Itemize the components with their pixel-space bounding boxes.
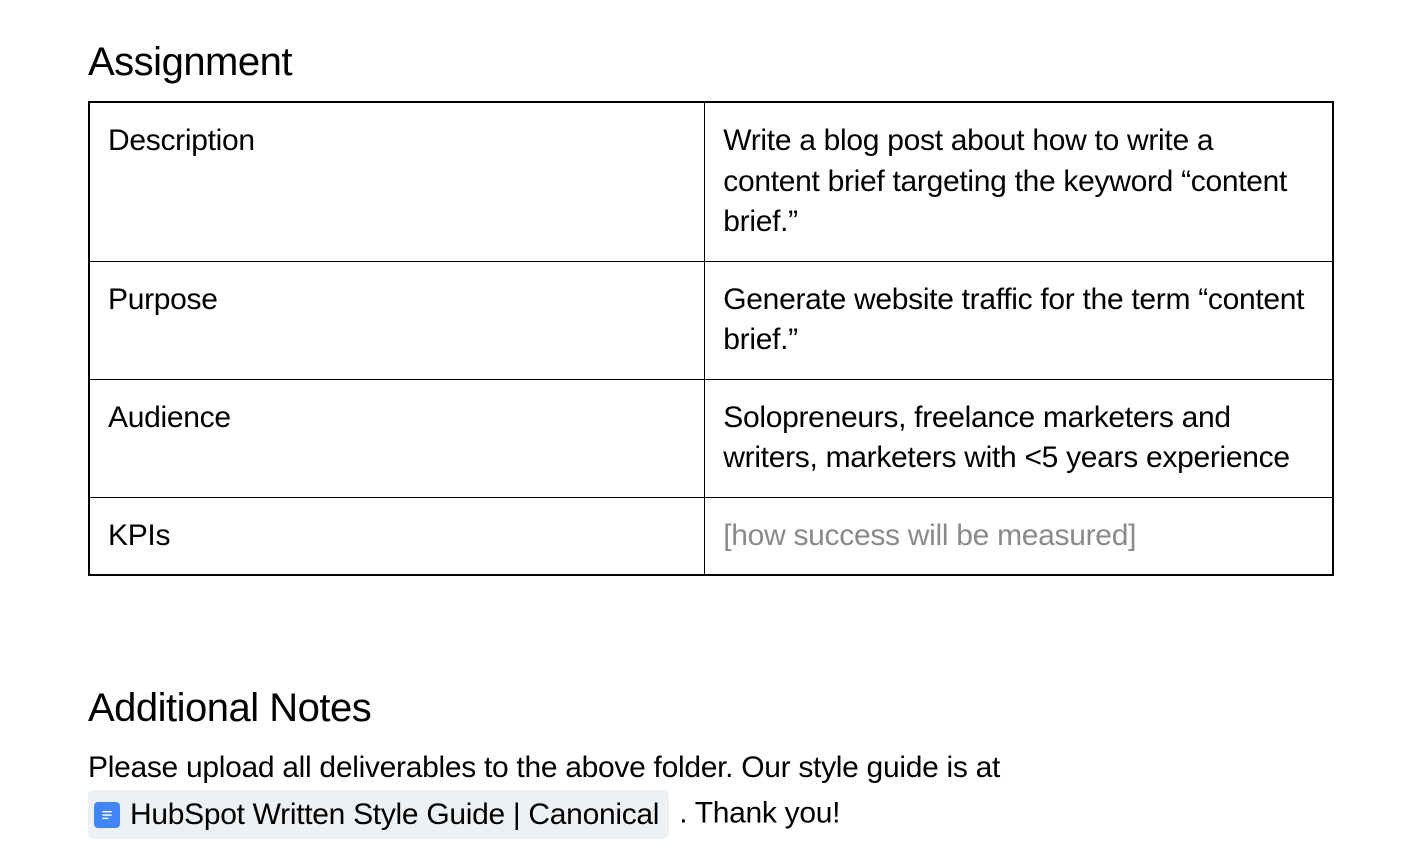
assignment-heading: Assignment	[88, 40, 1334, 85]
table-row: Description Write a blog post about how …	[89, 102, 1333, 261]
additional-notes-body: Please upload all deliverables to the ab…	[88, 745, 1334, 839]
style-guide-doc-link[interactable]: HubSpot Written Style Guide | Canonical	[88, 790, 669, 839]
table-row: KPIs [how success will be measured]	[89, 497, 1333, 575]
style-guide-doc-label: HubSpot Written Style Guide | Canonical	[130, 792, 659, 837]
notes-post-text: . Thank you!	[679, 796, 840, 829]
row-value-purpose: Generate website traffic for the term “c…	[705, 261, 1333, 379]
row-label-kpis: KPIs	[89, 497, 705, 575]
table-row: Audience Solopreneurs, freelance markete…	[89, 379, 1333, 497]
additional-notes-heading: Additional Notes	[88, 686, 1334, 731]
row-value-kpis: [how success will be measured]	[705, 497, 1333, 575]
google-doc-icon	[94, 802, 120, 828]
assignment-table: Description Write a blog post about how …	[88, 101, 1334, 576]
row-value-description: Write a blog post about how to write a c…	[705, 102, 1333, 261]
table-row: Purpose Generate website traffic for the…	[89, 261, 1333, 379]
row-label-purpose: Purpose	[89, 261, 705, 379]
row-label-description: Description	[89, 102, 705, 261]
row-label-audience: Audience	[89, 379, 705, 497]
notes-pre-text: Please upload all deliverables to the ab…	[88, 751, 1000, 784]
row-value-audience: Solopreneurs, freelance marketers and wr…	[705, 379, 1333, 497]
